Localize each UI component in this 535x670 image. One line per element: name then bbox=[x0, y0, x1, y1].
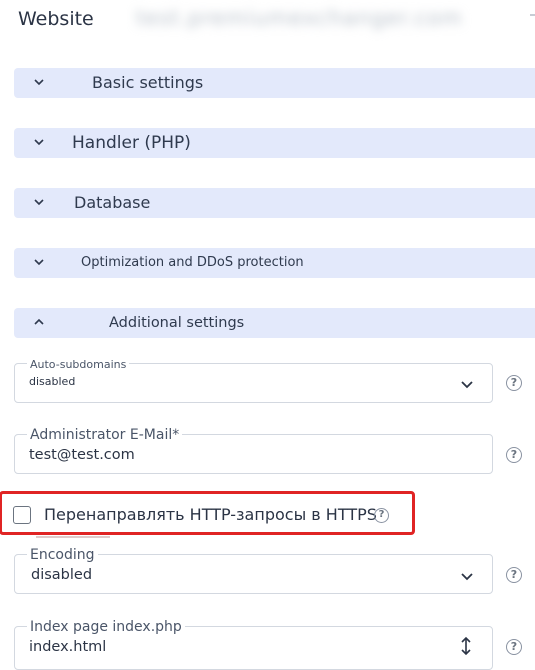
redirect-https-checkbox[interactable] bbox=[13, 506, 31, 524]
encoding-select[interactable]: Encoding disabled bbox=[14, 547, 493, 594]
chevron-down-icon bbox=[32, 135, 46, 149]
section-label: Database bbox=[74, 193, 151, 212]
chevron-down-icon bbox=[32, 255, 46, 269]
field-label: Auto-subdomains bbox=[27, 358, 130, 371]
help-icon[interactable]: ? bbox=[506, 447, 522, 463]
page-title: Website bbox=[18, 8, 94, 30]
chevron-down-icon bbox=[460, 376, 474, 395]
help-icon[interactable]: ? bbox=[506, 567, 522, 583]
field-value: test@test.com bbox=[29, 447, 135, 463]
field-value: disabled bbox=[29, 375, 76, 388]
chevron-down-icon bbox=[32, 195, 46, 209]
index-page-field[interactable]: Index page index.php index.html bbox=[14, 619, 493, 670]
chevron-up-icon bbox=[32, 315, 46, 329]
field-label: Encoding bbox=[27, 547, 98, 563]
section-label: Handler (PHP) bbox=[72, 133, 191, 153]
window-edge-indicator bbox=[530, 14, 535, 16]
section-label: Optimization and DDoS protection bbox=[81, 255, 304, 270]
section-label: Additional settings bbox=[109, 315, 245, 331]
section-database[interactable]: Database bbox=[14, 188, 535, 218]
section-optimization-ddos[interactable]: Optimization and DDoS protection bbox=[14, 248, 535, 278]
domain-name: test.premiumexchanger.com bbox=[136, 6, 463, 30]
help-icon[interactable]: ? bbox=[374, 508, 389, 523]
field-value: index.html bbox=[29, 639, 107, 655]
help-icon[interactable]: ? bbox=[506, 639, 522, 655]
field-label: Index page index.php bbox=[27, 619, 185, 635]
field-label: Administrator E-Mail* bbox=[27, 427, 183, 443]
help-icon[interactable]: ? bbox=[506, 375, 522, 391]
resize-vertical-icon[interactable] bbox=[460, 636, 472, 660]
chevron-down-icon bbox=[32, 75, 46, 89]
field-value: disabled bbox=[31, 567, 93, 583]
section-additional-settings[interactable]: Additional settings bbox=[14, 308, 535, 338]
section-handler-php[interactable]: Handler (PHP) bbox=[14, 128, 535, 158]
section-label: Basic settings bbox=[92, 73, 204, 92]
section-basic-settings[interactable]: Basic settings bbox=[14, 68, 535, 98]
auto-subdomains-select[interactable]: Auto-subdomains disabled bbox=[14, 358, 493, 403]
admin-email-field[interactable]: Administrator E-Mail* test@test.com bbox=[14, 427, 493, 474]
redirect-https-label[interactable]: Перенаправлять HTTP-запросы в HTTPS bbox=[44, 505, 377, 524]
divider bbox=[36, 536, 110, 538]
chevron-down-icon bbox=[460, 568, 474, 587]
